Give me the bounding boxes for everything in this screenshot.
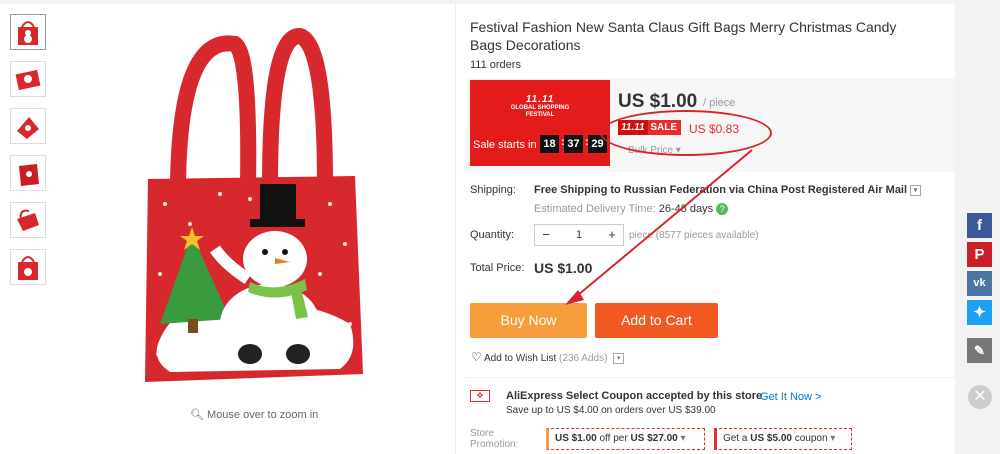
quantity-label: Quantity:: [470, 229, 515, 241]
facebook-icon[interactable]: f: [967, 213, 992, 238]
chevron-down-icon[interactable]: ▾: [613, 352, 625, 364]
thumbnail-1[interactable]: [10, 14, 46, 50]
increment-button[interactable]: +: [601, 225, 623, 245]
shipping-method-text: Free Shipping to Russian Federation via …: [534, 184, 908, 196]
help-icon[interactable]: ?: [716, 203, 729, 216]
timer-minutes: 37: [564, 135, 583, 153]
festival-logo: 11.11 GLOBAL SHOPPING FESTIVAL: [500, 94, 580, 119]
chevron-down-icon[interactable]: ▾: [910, 184, 922, 196]
buy-now-button[interactable]: Buy Now: [470, 303, 587, 338]
close-icon[interactable]: ✕: [968, 385, 992, 409]
chevron-down-icon: ▾: [680, 433, 686, 444]
thumbnail-3[interactable]: [10, 108, 46, 144]
total-price-label: Total Price:: [470, 262, 525, 274]
shipping-method[interactable]: Free Shipping to Russian Federation via …: [534, 184, 922, 196]
product-title: Festival Fashion New Santa Claus Gift Ba…: [470, 19, 897, 53]
santa-bag-image: [145, 28, 363, 382]
coupon-amount: US $5.00: [750, 433, 792, 444]
stock-availability: piece (8577 pieces available): [629, 230, 759, 241]
wishlist-count: (236 Adds): [559, 353, 608, 364]
delivery-time: Estimated Delivery Time: 26-48 days?: [534, 203, 729, 216]
promo-banner: 11.11 GLOBAL SHOPPING FESTIVAL Sale star…: [470, 80, 610, 166]
coupon-amount: US $1.00: [555, 433, 597, 444]
festival-logo-number: 11.11: [525, 94, 555, 105]
sale-starts-label: Sale starts in: [473, 139, 537, 151]
store-coupon-chip[interactable]: Get a US $5.00 coupon ▾: [714, 428, 852, 450]
decrement-button[interactable]: −: [535, 225, 557, 245]
thumbnail-4[interactable]: [10, 155, 46, 191]
coupon-text: off per: [596, 433, 631, 444]
quantity-input[interactable]: 1: [557, 225, 601, 245]
add-to-wishlist[interactable]: ♡ Add to Wish List (236 Adds) ▾: [471, 350, 625, 364]
coupon-text: Get a: [723, 433, 751, 444]
quantity-stepper: − 1 +: [534, 224, 624, 246]
coupon-headline: AliExpress Select Coupon accepted by thi…: [506, 390, 763, 402]
order-count: 111 orders: [470, 59, 521, 71]
heart-icon: ♡: [471, 350, 482, 364]
price-unit: / piece: [703, 97, 736, 109]
twitter-icon[interactable]: ✦: [967, 300, 992, 325]
coupon-threshold: US $27.00: [630, 433, 678, 444]
get-coupon-link[interactable]: Get It Now >: [760, 391, 821, 403]
delivery-value: 26-48 days: [658, 203, 714, 215]
vk-icon[interactable]: vk: [967, 271, 992, 296]
coupon-icon: ✥: [470, 390, 490, 402]
chevron-down-icon: ▾: [830, 433, 836, 444]
add-to-cart-button[interactable]: Add to Cart: [595, 303, 718, 338]
festival-logo-line2: FESTIVAL: [525, 112, 555, 118]
magnifier-icon: 🔍︎: [190, 409, 204, 421]
timer-hours: 18: [540, 135, 559, 153]
highlight-ellipse: [600, 110, 772, 156]
coupon-text: coupon: [791, 433, 828, 444]
section-divider: [466, 377, 955, 378]
store-coupon-chip[interactable]: US $1.00 off per US $27.00 ▾: [546, 428, 705, 450]
thumbnail-2[interactable]: [10, 61, 46, 97]
thumbnail-list: [10, 14, 50, 296]
zoom-hint: 🔍︎ Mouse over to zoom in: [190, 408, 318, 421]
festival-logo-line1: GLOBAL SHOPPING: [510, 105, 570, 111]
total-price-value: US $1.00: [534, 260, 593, 276]
column-divider: [455, 4, 456, 454]
pinterest-icon[interactable]: P: [967, 242, 992, 267]
zoom-hint-text: Mouse over to zoom in: [207, 409, 319, 421]
delivery-label: Estimated Delivery Time:: [534, 203, 656, 215]
product-main-image[interactable]: [120, 24, 390, 394]
edit-icon[interactable]: ✎: [967, 338, 992, 363]
thumbnail-6[interactable]: [10, 249, 46, 285]
wishlist-label: Add to Wish List: [484, 353, 557, 364]
shipping-label: Shipping:: [470, 184, 516, 196]
store-promotion-label: Store Promotion:: [470, 428, 519, 450]
thumbnail-5[interactable]: [10, 202, 46, 238]
product-card: 🔍︎ Mouse over to zoom in Festival Fashio…: [0, 4, 955, 454]
coupon-detail: Save up to US $4.00 on orders over US $3…: [506, 405, 716, 416]
